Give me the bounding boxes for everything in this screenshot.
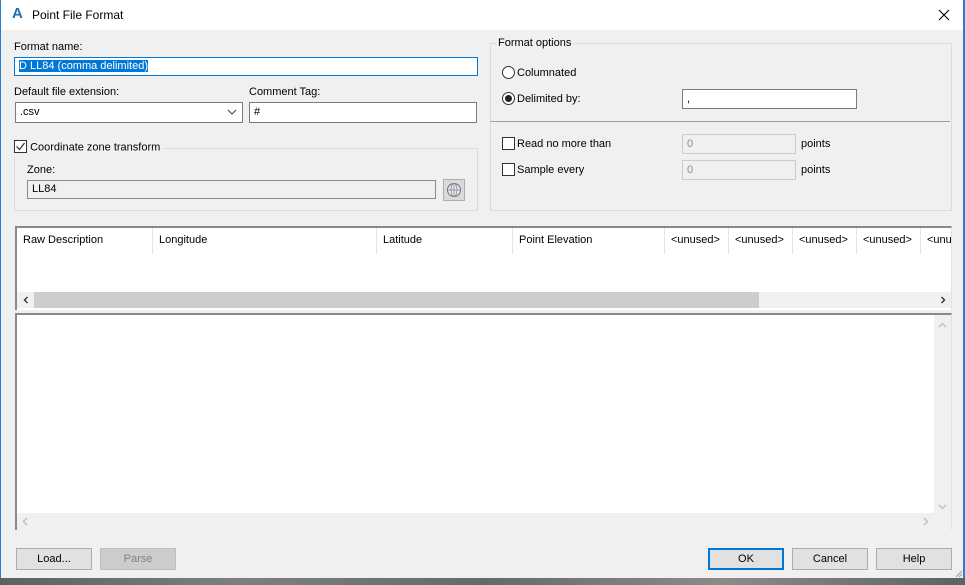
column-header[interactable]: <unused> [729,228,793,254]
checkmark-icon [16,142,25,151]
chevron-right-icon [923,517,929,526]
close-icon [938,9,950,21]
coordinate-zone-label: Coordinate zone transform [30,141,161,154]
column-header[interactable]: <unused> [857,228,921,254]
scroll-left-button[interactable] [17,292,34,308]
column-grid: Raw Description Longitude Latitude Point… [15,226,952,310]
scroll-thumb[interactable] [34,292,759,308]
format-name-value: D LL84 (comma delimited) [19,60,148,72]
file-extension-value: .csv [20,106,40,118]
coordinate-zone-checkbox[interactable] [14,140,27,153]
preview-vertical-scrollbar[interactable] [934,315,951,515]
ok-button[interactable]: OK [708,548,784,570]
grid-horizontal-scrollbar[interactable] [17,292,951,308]
scroll-right-button[interactable] [934,292,951,308]
file-extension-dropdown[interactable]: .csv [15,102,243,123]
read-limit-label: Read no more than [517,138,612,150]
zone-picker-button[interactable] [443,179,465,201]
zone-input[interactable]: LL84 [27,180,436,199]
columnated-radio[interactable] [502,66,515,79]
chevron-up-icon [938,322,947,328]
parse-button[interactable]: Parse [100,548,176,570]
preview-horizontal-scrollbar[interactable] [17,513,934,530]
coordinate-zone-caption: Coordinate zone transform [14,140,165,157]
comment-tag-value: # [254,106,261,118]
format-name-label: Format name: [14,41,83,53]
file-extension-label: Default file extension: [14,86,120,98]
read-limit-unit: points [801,138,831,150]
close-button[interactable] [929,0,959,30]
zone-value: LL84 [32,183,57,195]
read-limit-input[interactable]: 0 [682,134,796,154]
chevron-down-icon [227,109,237,115]
column-header[interactable]: <unused> [665,228,729,254]
help-button[interactable]: Help [876,548,952,570]
comment-tag-input[interactable]: # [249,102,477,123]
format-name-input[interactable]: D LL84 (comma delimited) [14,57,478,76]
column-header[interactable]: Raw Description [17,228,153,254]
dialog-title: Point File Format [32,8,124,22]
delimited-radio[interactable] [502,92,515,105]
column-header[interactable]: Latitude [377,228,513,254]
chevron-left-icon [22,517,28,526]
sample-every-unit: points [801,164,831,176]
zone-label: Zone: [27,164,56,176]
load-button[interactable]: Load... [16,548,92,570]
autocad-civil-icon: A [12,5,23,22]
delimited-label: Delimited by: [517,93,581,105]
column-header[interactable]: Point Elevation [513,228,665,254]
format-options-separator [490,121,950,122]
file-preview-area[interactable] [15,313,952,530]
column-header[interactable]: <unused> [921,228,951,254]
cancel-button[interactable]: Cancel [792,548,868,570]
columnated-label: Columnated [517,67,577,79]
read-limit-value: 0 [687,138,694,150]
column-header[interactable]: <unused> [793,228,857,254]
resize-grip-icon[interactable] [953,568,963,578]
comment-tag-label: Comment Tag: [249,86,321,98]
chevron-right-icon [940,296,945,304]
column-header[interactable]: Longitude [153,228,377,254]
desktop-background [0,578,965,585]
format-options-caption: Format options [496,37,574,49]
delimiter-input[interactable]: , [682,89,857,109]
read-limit-checkbox[interactable] [502,137,515,150]
sample-every-value: 0 [687,164,694,176]
sample-every-input[interactable]: 0 [682,160,796,180]
globe-icon [447,183,461,197]
chevron-left-icon [23,296,28,304]
scrollbar-corner [934,513,951,530]
title-bar: A Point File Format [1,0,963,30]
sample-every-label: Sample every [517,164,585,176]
sample-every-checkbox[interactable] [502,163,515,176]
point-file-format-dialog: A Point File Format Format name: D LL84 … [0,0,965,578]
delimiter-value: , [687,93,691,105]
